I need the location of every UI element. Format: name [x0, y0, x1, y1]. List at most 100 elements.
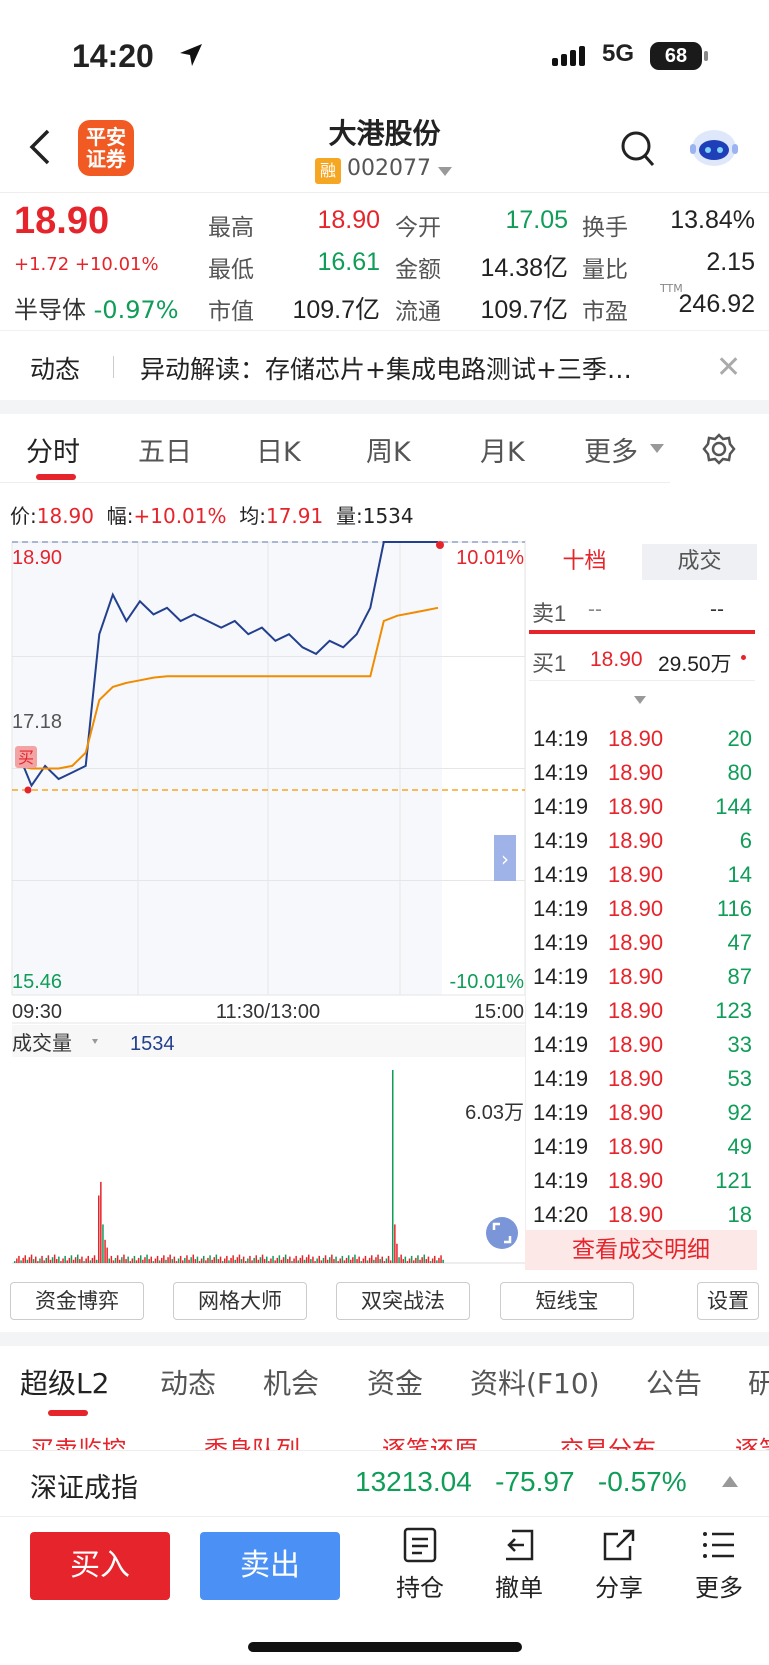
volume-bar [322, 1257, 325, 1263]
cancel-order-button[interactable]: 撤单 [479, 1526, 559, 1603]
volume-bar [203, 1255, 205, 1263]
tool-button-0[interactable]: 资金博弈 [10, 1282, 144, 1320]
volume-bar [16, 1258, 18, 1263]
volume-bar [95, 1259, 98, 1263]
volume-bar [230, 1257, 232, 1263]
tab-l2-2[interactable]: 逐笔还原 [382, 1430, 478, 1450]
volume-max-label: 6.03万 [465, 1102, 524, 1124]
volume-bar [228, 1260, 230, 1263]
quote-value: 18.90 [317, 206, 380, 234]
bid-ask-divider [529, 630, 755, 634]
trade-price: 18.90 [608, 1032, 664, 1057]
volume-bar [165, 1259, 167, 1263]
volume-bar [368, 1257, 371, 1263]
trade-price: 18.90 [608, 896, 664, 921]
trade-vol: 47 [727, 930, 752, 955]
volume-bar [274, 1260, 276, 1263]
view-trade-detail-button[interactable]: 查看成交明细 [525, 1230, 757, 1270]
tab-l2-4[interactable]: 逐笔 [735, 1430, 769, 1450]
index-name[interactable]: 深证成指 [30, 1466, 138, 1505]
news-text[interactable]: 异动解读：存储芯片+集成电路测试+三季… [140, 350, 700, 386]
volume-bar [356, 1259, 358, 1263]
tab-sub-0[interactable]: 超级L2 [20, 1362, 109, 1402]
tool-button-2[interactable]: 双突战法 [336, 1282, 470, 1320]
volume-bar [423, 1254, 425, 1263]
volume-bar [106, 1247, 108, 1263]
sector-change[interactable]: 半导体 -0.97% [14, 290, 179, 325]
trade-time: 14:19 [533, 930, 589, 955]
stock-code[interactable]: 002077 [347, 156, 431, 181]
trade-price: 18.90 [608, 930, 664, 955]
tab-chart-2[interactable]: 日K [256, 430, 301, 469]
tab-l2-1[interactable]: 委身队列 [204, 1430, 300, 1450]
buy1-price: 18.90 [590, 648, 643, 671]
volume-bar [112, 1260, 115, 1263]
tab-chart-1[interactable]: 五日 [138, 430, 192, 469]
info-amp: +10.01% [133, 504, 227, 528]
volume-bar [266, 1256, 268, 1263]
trade-vol: 116 [716, 896, 752, 921]
home-indicator[interactable] [248, 1642, 522, 1652]
volume-bar [171, 1259, 173, 1263]
volume-bar [66, 1260, 68, 1263]
tab-l2-0[interactable]: 买卖监控 [30, 1430, 126, 1450]
trade-vol: 49 [727, 1134, 752, 1159]
tab-trades[interactable]: 成交 [642, 544, 757, 580]
volume-bar [406, 1261, 409, 1263]
tab-chart-5[interactable]: 更多 [584, 430, 638, 469]
volume-bar [211, 1259, 213, 1263]
volume-bar [396, 1243, 398, 1263]
close-icon[interactable]: ✕ [716, 350, 741, 385]
tab-sub-2[interactable]: 机会 [263, 1362, 319, 1402]
buy-button[interactable]: 买入 [30, 1532, 170, 1600]
network-type: 5G [602, 40, 635, 67]
tool-button-1[interactable]: 网格大师 [173, 1282, 307, 1320]
sell-button[interactable]: 卖出 [200, 1532, 340, 1600]
sell1-label: 卖1 [532, 601, 567, 626]
price-label: 价: [10, 504, 37, 528]
volume-bar [251, 1260, 253, 1263]
more-button[interactable]: 更多 [679, 1526, 759, 1603]
trade-time: 14:19 [533, 828, 589, 853]
trade-time: 14:19 [533, 1100, 589, 1125]
volume-bar [182, 1260, 184, 1263]
tab-l2-3[interactable]: 交易分布 [560, 1430, 656, 1450]
volume-bar [127, 1256, 129, 1263]
quote-value: 2.15 [706, 248, 755, 276]
chevron-down-icon[interactable] [650, 444, 664, 453]
more-label: 更多 [695, 1574, 743, 1602]
tool-button-3[interactable]: 短线宝 [500, 1282, 634, 1320]
tab-chart-3[interactable]: 周K [366, 430, 411, 469]
search-icon[interactable] [620, 130, 656, 168]
volume-bar [91, 1257, 94, 1263]
volume-bar [329, 1257, 331, 1263]
volume-bar [373, 1259, 375, 1263]
volume-bar [190, 1257, 192, 1263]
trade-vol: 123 [715, 998, 752, 1023]
tab-sub-6[interactable]: 研 [748, 1362, 769, 1402]
tab-chart-4[interactable]: 月K [480, 430, 525, 469]
chevron-down-icon[interactable] [438, 167, 452, 176]
positions-button[interactable]: 持仓 [380, 1526, 460, 1603]
robot-assistant-icon[interactable] [688, 122, 740, 170]
chevron-up-icon[interactable] [722, 1476, 738, 1487]
tab-chart-0[interactable]: 分时 [26, 430, 80, 469]
tab-sub-4[interactable]: 资料(F10) [470, 1362, 600, 1402]
y-label-right-low: -10.01% [450, 971, 525, 993]
volume-bar [371, 1255, 373, 1263]
volume-bar [295, 1255, 297, 1263]
chevron-down-icon[interactable] [634, 696, 646, 704]
news-label[interactable]: 动态 [30, 350, 80, 386]
volume-bar [77, 1254, 79, 1263]
tab-sub-1[interactable]: 动态 [160, 1362, 216, 1402]
tab-sub-3[interactable]: 资金 [367, 1362, 423, 1402]
volume-bar [167, 1257, 169, 1263]
tab-sub-5[interactable]: 公告 [646, 1362, 702, 1402]
intraday-chart[interactable]: 买 18.90 17.18 15.46 10.01% -10.01% 09:30 11:30/… [0, 530, 530, 1270]
tab-ten-levels[interactable]: 十档 [527, 544, 642, 580]
gear-icon[interactable] [702, 432, 736, 466]
volume-bar [308, 1254, 310, 1263]
tool-button-4[interactable]: 设置 [697, 1282, 759, 1320]
share-button[interactable]: 分享 [579, 1526, 659, 1603]
divider [0, 482, 670, 483]
